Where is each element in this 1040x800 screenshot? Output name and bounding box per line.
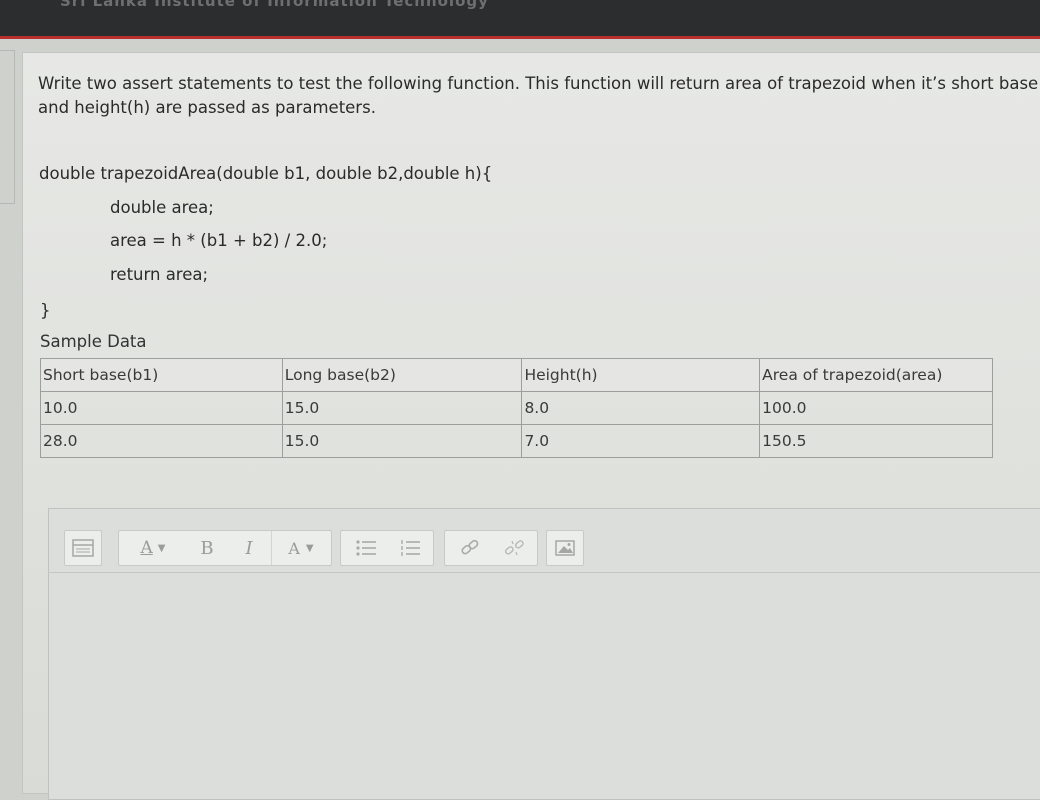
table-cell: 8.0 [521, 391, 761, 425]
format-group: A ▼ B I A ▼ [118, 530, 332, 566]
table-row: 10.0 15.0 8.0 100.0 [40, 391, 993, 425]
list-group [340, 530, 434, 566]
table-header-cell: Height(h) [521, 358, 761, 392]
text-color-icon: A [288, 538, 300, 558]
question-line-1: Write two assert statements to test the … [38, 74, 1039, 93]
table-header-row: Short base(b1) Long base(b2) Height(h) A… [40, 358, 993, 392]
sample-data-table: Short base(b1) Long base(b2) Height(h) A… [40, 358, 993, 458]
insert-link-button[interactable] [449, 531, 491, 565]
table-cell: 15.0 [281, 391, 523, 425]
font-size-icon: A [140, 538, 153, 558]
bold-button[interactable]: B [187, 531, 227, 565]
question-text: Write two assert statements to test the … [38, 72, 1038, 120]
bold-icon: B [200, 537, 214, 559]
question-line-2: and height(h) are passed as parameters. [38, 98, 376, 117]
text-color-dropdown[interactable]: A ▼ [271, 531, 330, 565]
table-header-cell: Short base(b1) [40, 358, 283, 392]
code-closing-brace: } [40, 301, 51, 320]
code-line-2: area = h * (b1 + b2) / 2.0; [110, 231, 328, 250]
header-bar: Sri Lanka Institute of Information Techn… [0, 0, 1040, 36]
table-cell: 150.5 [759, 424, 993, 458]
code-line-1: double area; [110, 198, 214, 217]
bulleted-list-button[interactable] [345, 531, 387, 565]
chevron-down-icon: ▼ [157, 542, 166, 554]
link-group [444, 530, 538, 566]
table-cell: 28.0 [40, 424, 283, 458]
sample-data-label: Sample Data [40, 332, 147, 351]
bulleted-list-icon [356, 540, 376, 556]
unlink-button[interactable] [493, 531, 535, 565]
table-cell: 10.0 [40, 391, 283, 425]
italic-button[interactable]: I [229, 531, 269, 565]
side-panel-edge [0, 50, 15, 204]
insert-image-button[interactable] [547, 531, 583, 565]
toolbar-toggle-icon [65, 531, 101, 565]
chevron-down-icon: ▼ [305, 542, 314, 554]
site-title: Sri Lanka Institute of Information Techn… [60, 0, 489, 10]
numbered-list-icon [401, 540, 420, 556]
table-header-cell: Long base(b2) [281, 358, 523, 392]
image-group [546, 530, 584, 566]
font-size-dropdown[interactable]: A ▼ [123, 531, 183, 565]
link-icon [461, 539, 479, 555]
table-header-cell: Area of trapezoid(area) [759, 358, 993, 392]
code-signature: double trapezoidArea(double b1, double b… [39, 164, 493, 183]
table-cell: 7.0 [521, 424, 761, 458]
table-cell: 100.0 [759, 391, 993, 425]
table-row: 28.0 15.0 7.0 150.5 [40, 424, 993, 458]
table-cell: 15.0 [281, 424, 523, 458]
numbered-list-button[interactable] [389, 531, 431, 565]
unlink-icon [504, 540, 524, 556]
image-icon [555, 540, 575, 556]
code-line-3: return area; [110, 265, 209, 284]
toolbar-toggle-button[interactable] [64, 530, 102, 566]
header-accent-line [0, 36, 1040, 39]
editor-toolbar: A ▼ B I A ▼ [48, 508, 1040, 573]
italic-icon: I [245, 537, 253, 559]
